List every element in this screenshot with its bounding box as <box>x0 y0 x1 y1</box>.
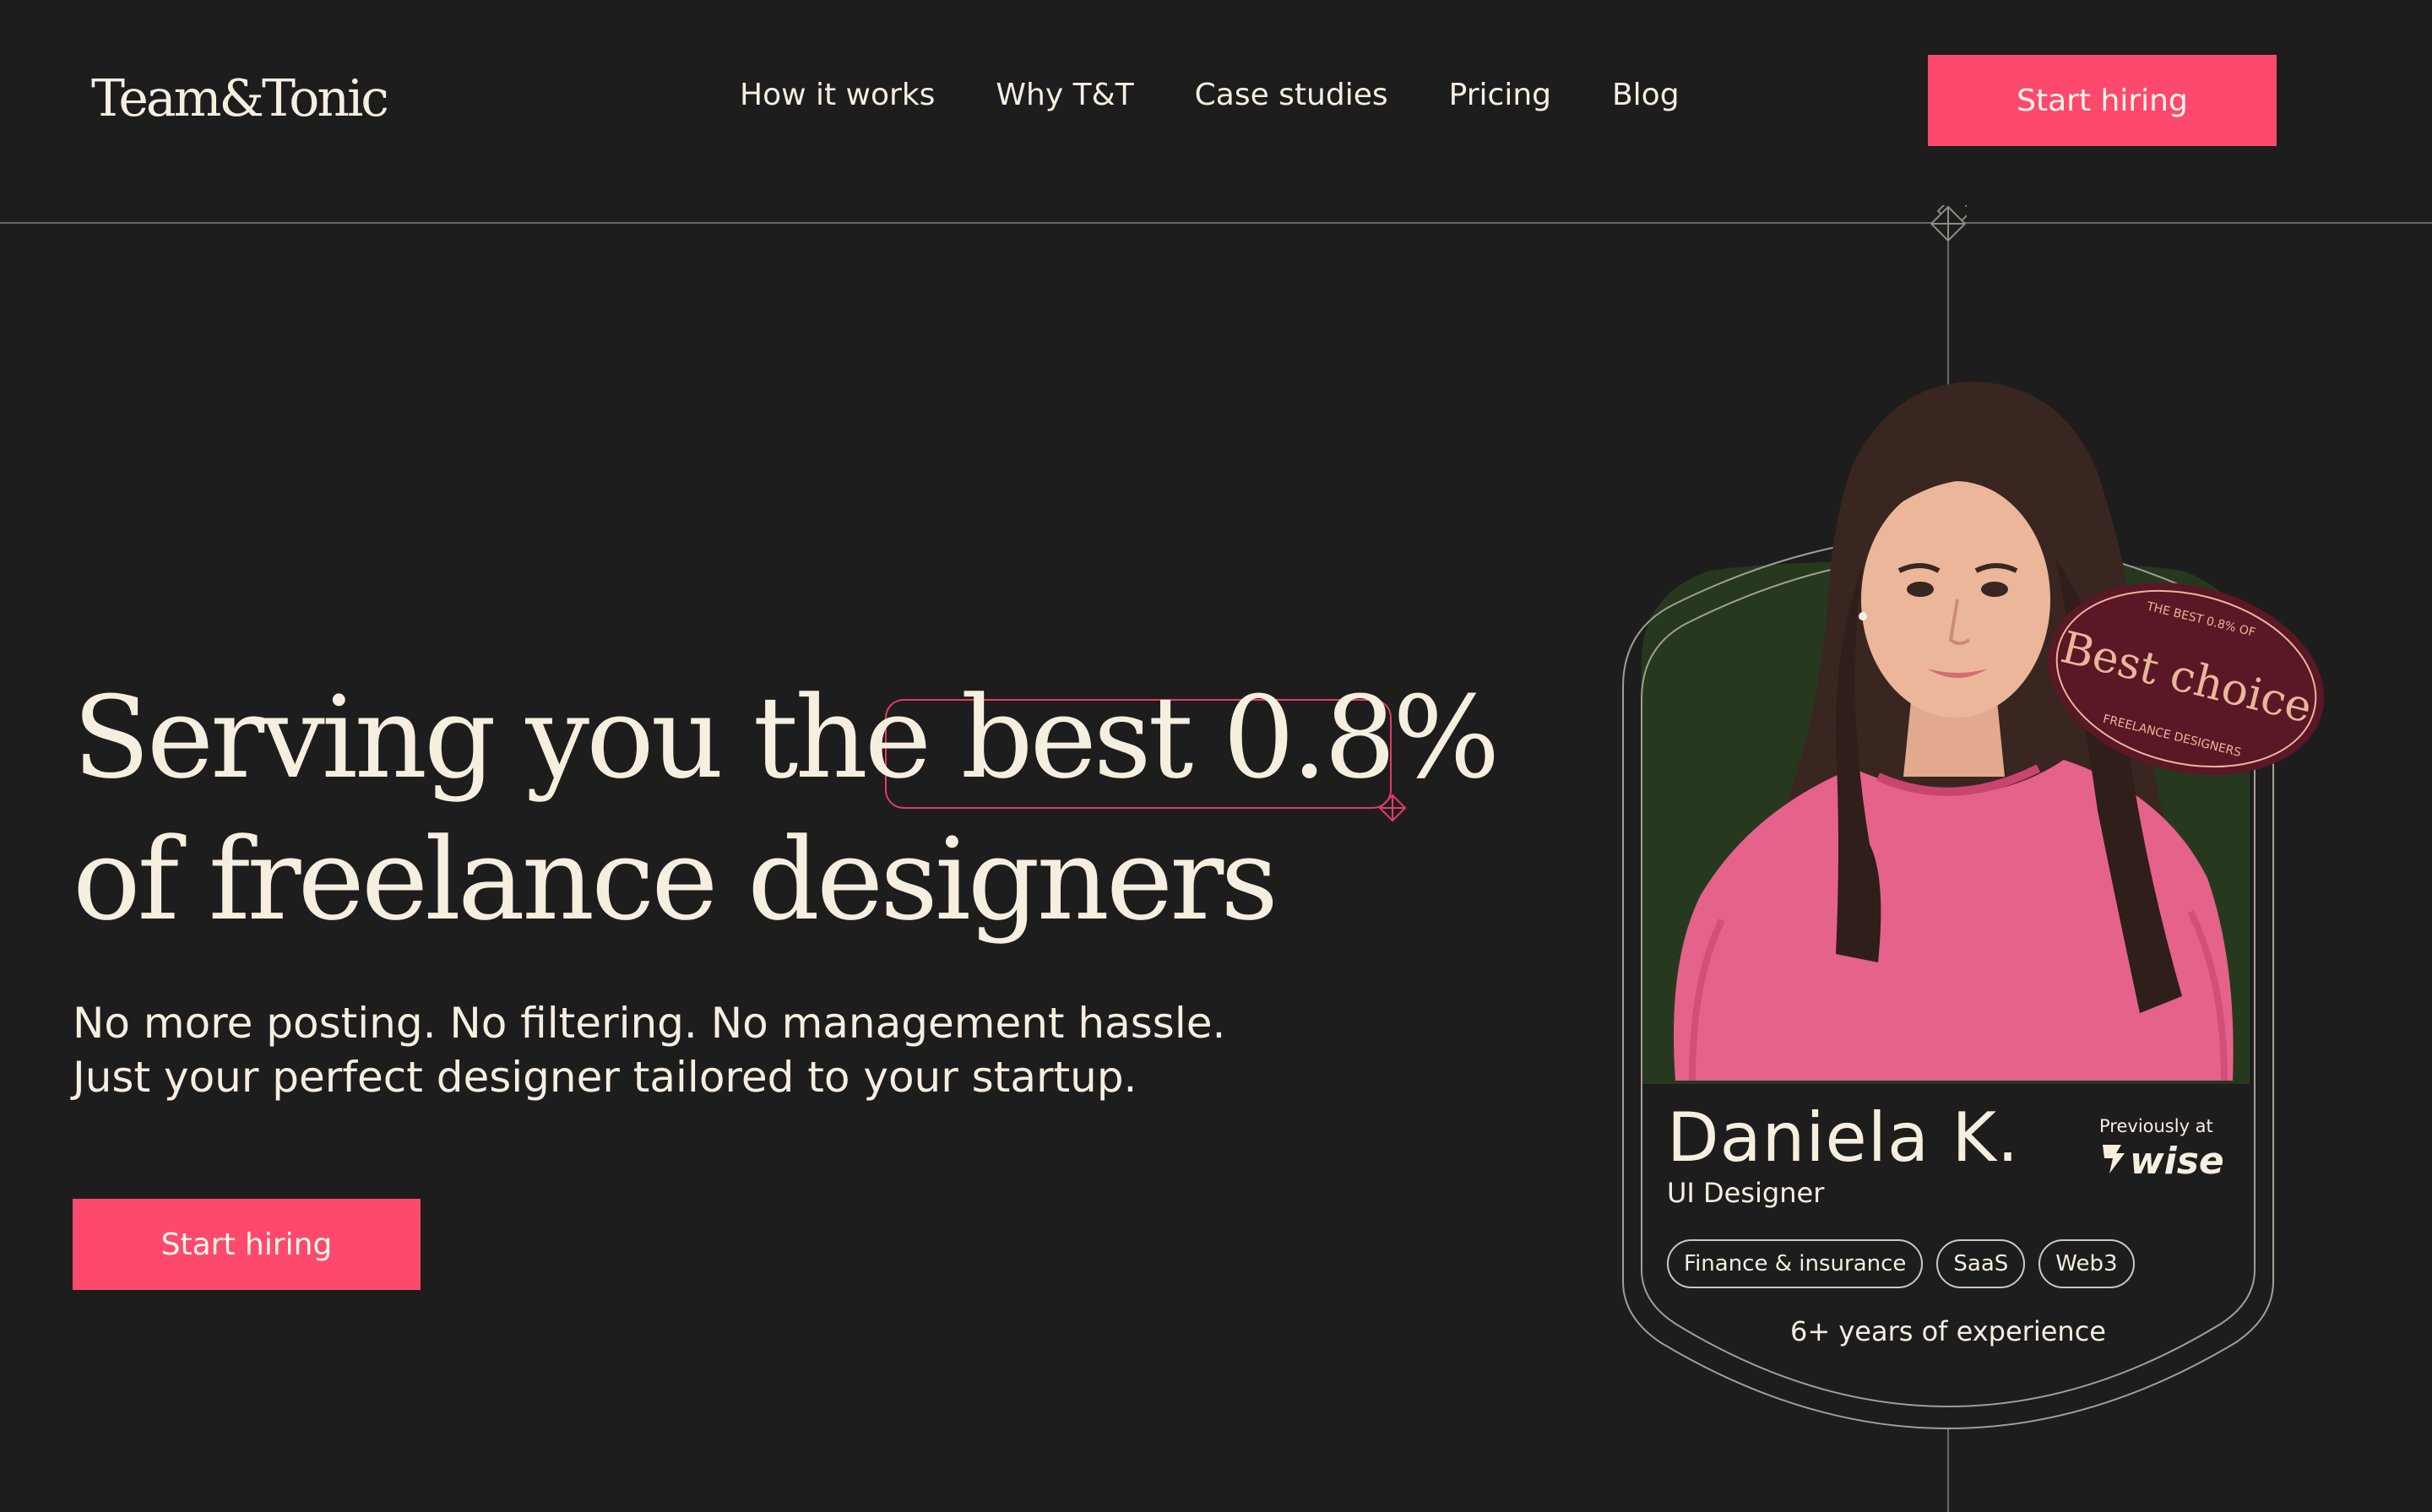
wise-company-logo: wise <box>2103 1140 2224 1182</box>
designer-tags: Finance & insurance SaaS Web3 <box>1667 1239 2135 1288</box>
nav-item-how-it-works[interactable]: How it works <box>740 78 935 112</box>
nav-item-case-studies[interactable]: Case studies <box>1195 78 1388 112</box>
headline-line-2: of freelance designers <box>73 814 1278 946</box>
tag-saas: SaaS <box>1936 1239 2026 1288</box>
vertical-guide-line-bottom <box>1947 1429 1949 1512</box>
tag-finance-insurance: Finance & insurance <box>1667 1239 1924 1288</box>
hero-start-hiring-button[interactable]: Start hiring <box>73 1199 421 1290</box>
experience-text: 6+ years of experience <box>1790 1315 2106 1347</box>
best-choice-badge: THE BEST 0.8% OF Best choice FREELANCE D… <box>2048 582 2325 776</box>
hero-headline: Serving you the best 0.8% of freelance d… <box>73 667 1508 951</box>
wise-logo-text: wise <box>2130 1140 2224 1182</box>
subcopy-line-2: Just your perfect designer tailored to y… <box>73 1053 1137 1102</box>
tag-web3: Web3 <box>2038 1239 2135 1288</box>
nav-item-pricing[interactable]: Pricing <box>1449 78 1551 112</box>
brand-logo[interactable]: Team&Tonic <box>91 69 389 128</box>
hero-subcopy: No more posting. No filtering. No manage… <box>73 996 1424 1104</box>
main-nav: How it works Why T&T Case studies Pricin… <box>740 78 1680 112</box>
subcopy-line-1: No more posting. No filtering. No manage… <box>73 999 1226 1048</box>
headline-highlight-text: best 0.8% <box>960 672 1501 804</box>
vertical-guide-line <box>1947 223 1949 387</box>
diamond-marker-icon <box>1930 205 1967 242</box>
headline-text: Serving you the <box>73 672 961 804</box>
previously-at-label: Previously at <box>2099 1116 2213 1136</box>
nav-item-why-tt[interactable]: Why T&T <box>996 78 1133 112</box>
header-start-hiring-button[interactable]: Start hiring <box>1928 55 2277 146</box>
header-divider <box>0 222 2432 224</box>
designer-name: Daniela K. <box>1667 1098 2020 1177</box>
nav-item-blog[interactable]: Blog <box>1612 78 1680 112</box>
designer-role: UI Designer <box>1667 1177 1825 1209</box>
landing-page: Team&Tonic How it works Why T&T Case stu… <box>0 0 2432 1512</box>
